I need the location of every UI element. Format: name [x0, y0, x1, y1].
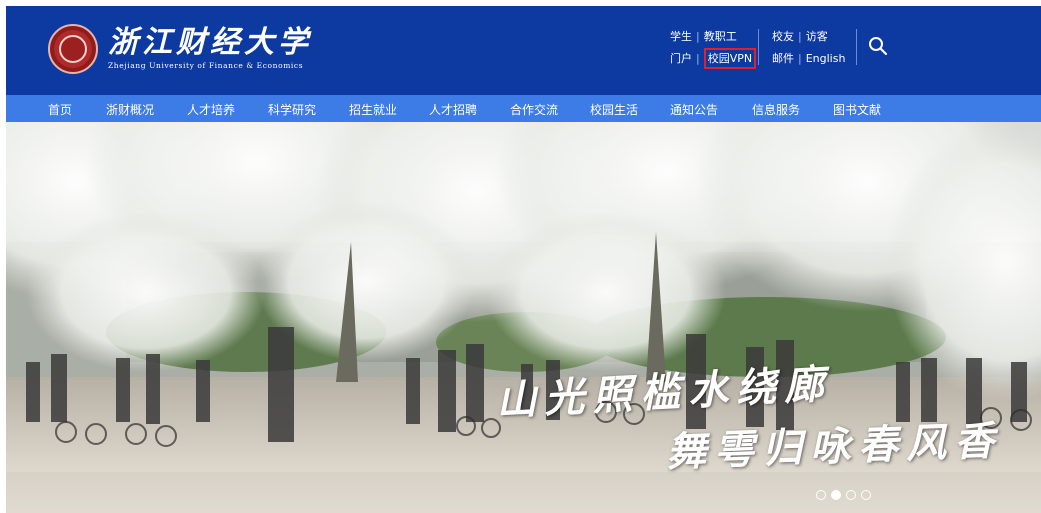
nav-item-admission[interactable]: 招生就业	[349, 101, 397, 118]
search-divider	[856, 29, 857, 65]
nav-item-education[interactable]: 人才培养	[187, 101, 235, 118]
quick-links-group-2: 校友 | 访客 邮件 | English	[772, 26, 845, 70]
search-button[interactable]	[866, 34, 890, 58]
seal-center	[59, 35, 87, 63]
hero-banner[interactable]: 山光照槛水绕廊 舞雩归咏春风香	[6, 122, 1041, 513]
link-alumni[interactable]: 校友	[772, 26, 794, 48]
link-english[interactable]: English	[806, 48, 846, 70]
nav-item-research[interactable]: 科学研究	[268, 101, 316, 118]
page: 浙江财经大学 Zhejiang University of Finance & …	[6, 6, 1041, 513]
logo-name-cn: 浙江财经大学	[108, 25, 312, 60]
link-student[interactable]: 学生	[670, 26, 692, 48]
university-seal-icon	[48, 24, 98, 74]
main-nav: 首页 浙财概况 人才培养 科学研究 招生就业 人才招聘 合作交流 校园生活 通知…	[6, 95, 1041, 122]
link-portal[interactable]: 门户	[670, 48, 692, 70]
link-separator: |	[696, 30, 700, 43]
link-separator: |	[798, 52, 802, 65]
site-header: 浙江财经大学 Zhejiang University of Finance & …	[6, 6, 1041, 95]
link-email[interactable]: 邮件	[772, 48, 794, 70]
link-separator: |	[798, 30, 802, 43]
carousel-dot-2[interactable]	[831, 490, 841, 500]
nav-item-library[interactable]: 图书文献	[833, 101, 881, 118]
nav-item-about[interactable]: 浙财概况	[106, 101, 154, 118]
nav-item-home[interactable]: 首页	[48, 101, 72, 118]
carousel-dot-1[interactable]	[816, 490, 826, 500]
nav-item-info-services[interactable]: 信息服务	[752, 101, 800, 118]
quick-links-divider	[758, 29, 759, 65]
link-staff[interactable]: 教职工	[704, 26, 737, 48]
nav-item-recruitment[interactable]: 人才招聘	[429, 101, 477, 118]
link-separator: |	[696, 52, 700, 65]
university-logo[interactable]: 浙江财经大学 Zhejiang University of Finance & …	[48, 24, 312, 74]
link-visitor[interactable]: 访客	[806, 26, 828, 48]
logo-text: 浙江财经大学 Zhejiang University of Finance & …	[108, 26, 312, 72]
nav-item-campus-life[interactable]: 校园生活	[590, 101, 638, 118]
nav-item-notices[interactable]: 通知公告	[670, 101, 718, 118]
carousel-indicators	[816, 490, 871, 500]
link-campus-vpn[interactable]: 校园VPN	[703, 48, 757, 69]
logo-name-en: Zhejiang University of Finance & Economi…	[108, 61, 304, 70]
carousel-dot-4[interactable]	[861, 490, 871, 500]
search-icon	[869, 37, 888, 56]
banner-caption-line-2: 舞雩归咏春风香	[665, 417, 1003, 476]
nav-item-cooperation[interactable]: 合作交流	[510, 101, 558, 118]
carousel-dot-3[interactable]	[846, 490, 856, 500]
quick-links-group-1: 学生 | 教职工 门户 | 校园VPN	[670, 26, 757, 70]
